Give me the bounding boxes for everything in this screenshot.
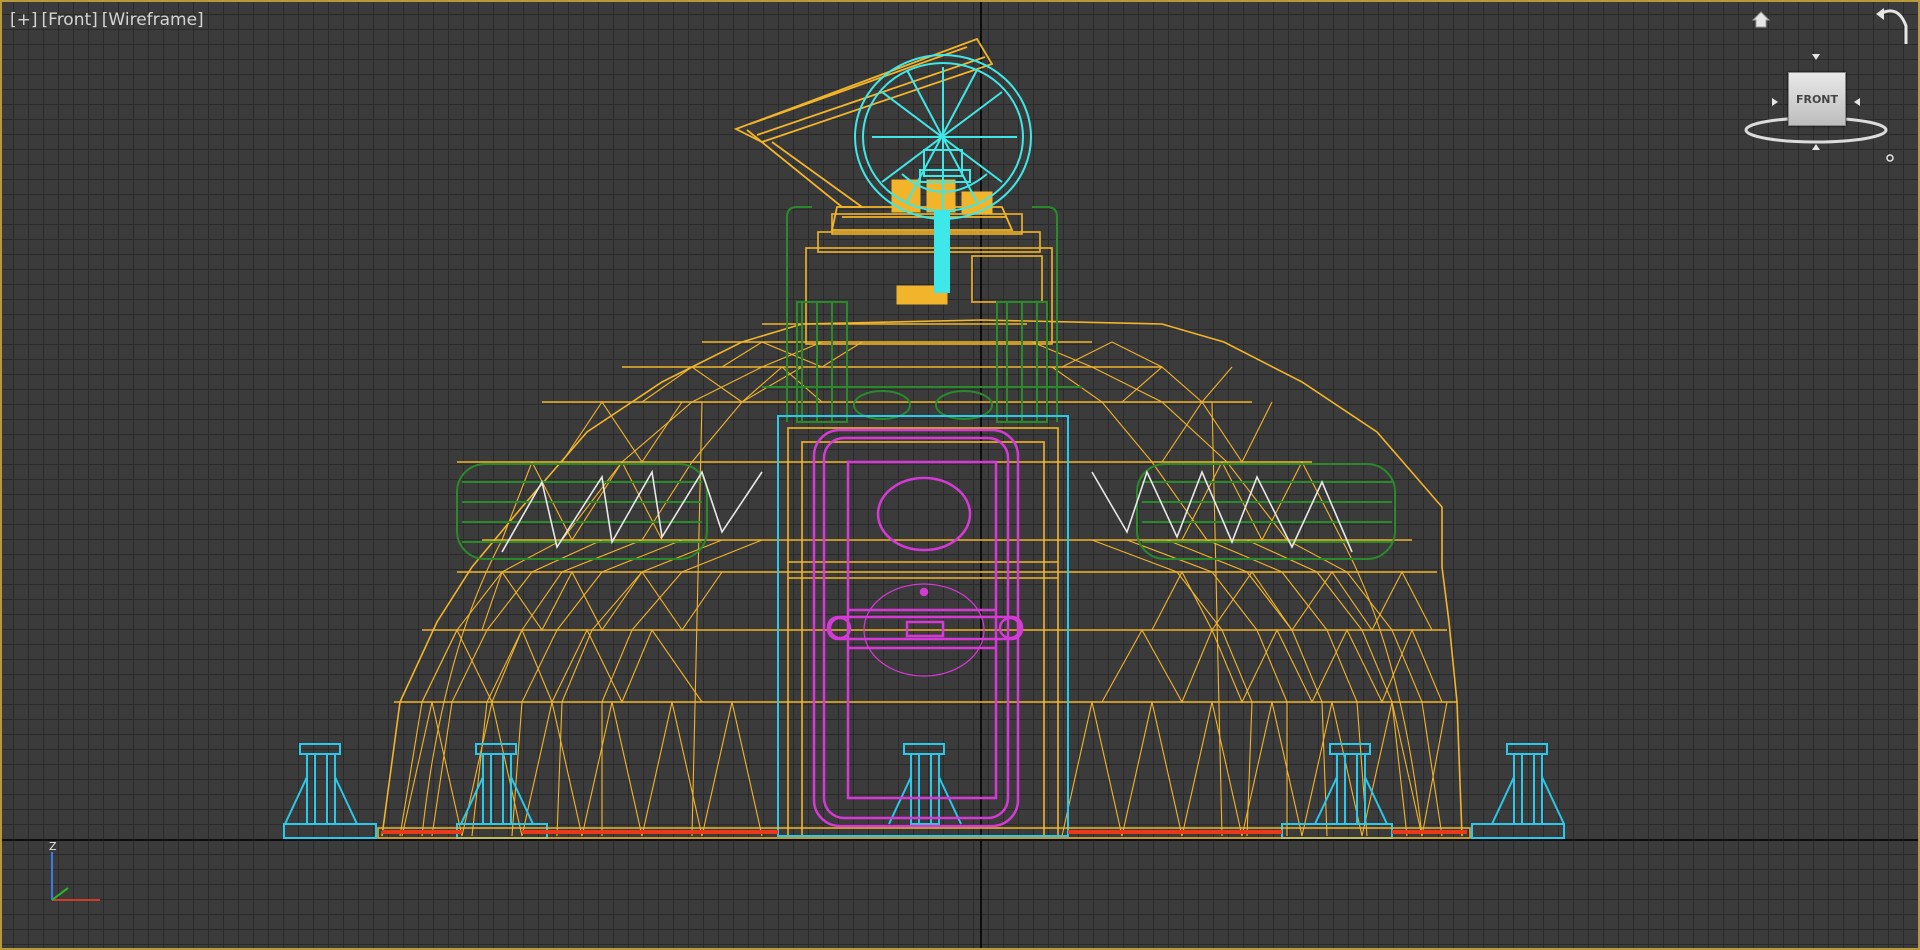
orbit-icon[interactable] [1872,4,1912,50]
wireframe-scene[interactable] [2,2,1920,950]
axis-tripod-icon: Z [49,840,100,901]
viewcube-icon[interactable]: FRONT [1738,52,1898,162]
support-jack-1 [283,743,377,839]
viewcube-front-face[interactable]: FRONT [1788,72,1846,126]
support-jack-5 [1471,743,1565,839]
home-icon[interactable] [1750,8,1772,30]
support-jack-4 [1281,743,1393,839]
support-jack-2 [456,743,548,839]
axis-z-label: Z [49,840,57,853]
support-jack-3 [888,743,962,825]
dome-wireframe [381,213,1463,837]
front-viewport[interactable]: [+] [Front] [Wireframe] FRONT Z [0,0,1920,950]
green-parts [456,206,1396,560]
